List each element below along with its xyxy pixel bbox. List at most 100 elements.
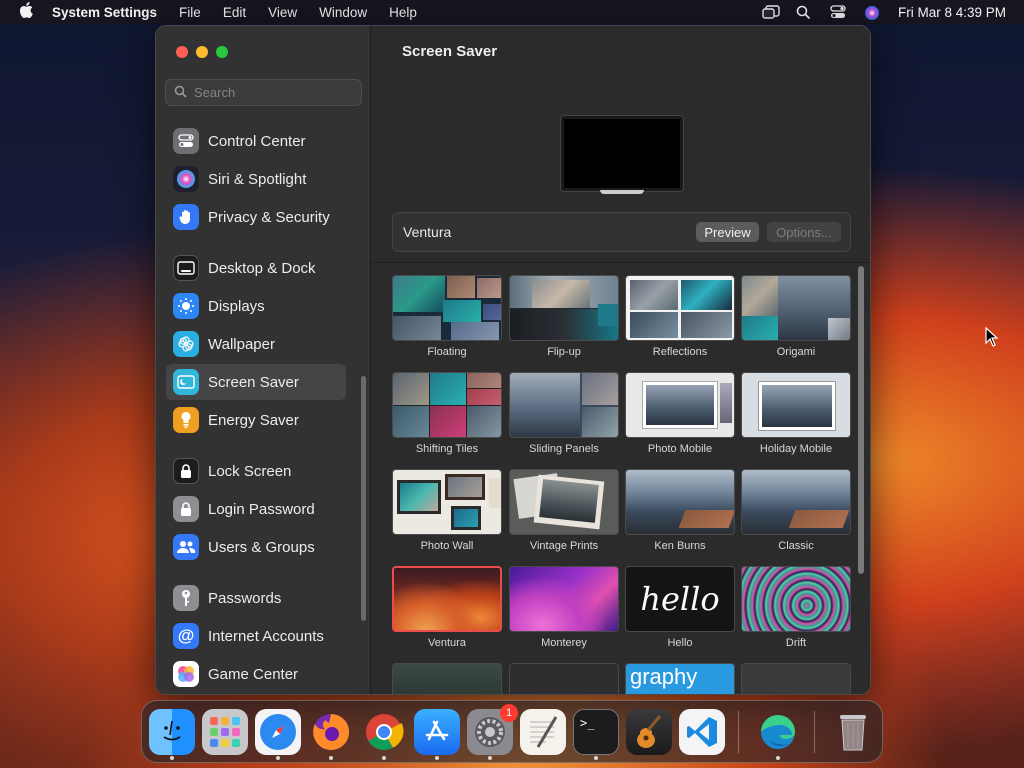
screen-saver-preview (561, 116, 683, 194)
preview-button[interactable]: Preview (696, 222, 759, 242)
saver-tile-row5-3[interactable]: graphy (625, 663, 735, 694)
menu-edit[interactable]: Edit (223, 5, 246, 20)
zoom-window-button[interactable] (216, 46, 228, 58)
saver-label: Flip-up (547, 346, 581, 358)
app-store-icon[interactable] (414, 709, 460, 755)
sidebar-item-game-center[interactable]: Game Center (166, 656, 346, 692)
saver-tile-flip-up[interactable]: Flip-up (509, 275, 619, 363)
saver-tile-shifting-tiles[interactable]: Shifting Tiles (392, 372, 502, 460)
terminal-icon[interactable]: >_ (573, 709, 619, 755)
edge-icon[interactable] (755, 709, 801, 755)
saver-thumbnail (392, 469, 502, 535)
sidebar-scrollbar[interactable] (361, 376, 366, 621)
menu-app-name[interactable]: System Settings (52, 5, 157, 20)
saver-label: Hello (667, 637, 693, 649)
saver-tile-ken-burns[interactable]: Ken Burns (625, 469, 735, 557)
hand-icon (173, 204, 199, 230)
firefox-icon[interactable] (308, 709, 354, 755)
sidebar-item-passwords[interactable]: Passwords (166, 580, 346, 616)
dock-separator (814, 711, 815, 753)
menu-clock[interactable]: Fri Mar 8 4:39 PM (898, 5, 1006, 20)
sidebar-item-lock-screen[interactable]: Lock Screen (166, 453, 346, 489)
sidebar-item-energy-saver[interactable]: Energy Saver (166, 402, 346, 438)
saver-tile-classic[interactable]: Classic (741, 469, 851, 557)
saver-tile-floating[interactable]: Floating (392, 275, 502, 363)
saver-thumbnail (509, 469, 619, 535)
menu-file[interactable]: File (179, 5, 201, 20)
saver-tile-row5-4[interactable] (741, 663, 851, 694)
chrome-icon[interactable] (361, 709, 407, 755)
control-center-icon[interactable] (830, 5, 846, 19)
saver-tile-monterey[interactable]: Monterey (509, 566, 619, 654)
sidebar-item-label: Energy Saver (208, 411, 299, 429)
saver-tile-ventura[interactable]: Ventura (392, 566, 502, 654)
textedit-icon[interactable] (520, 709, 566, 755)
launchpad-icon[interactable] (202, 709, 248, 755)
saver-thumbnail (741, 275, 851, 341)
saver-label: Origami (776, 346, 816, 358)
notification-badge: 1 (500, 704, 518, 722)
running-indicator (382, 756, 386, 760)
sidebar-item-label: Displays (208, 297, 265, 315)
saver-thumbnail (741, 469, 851, 535)
menu-help[interactable]: Help (389, 5, 417, 20)
saver-thumbnail (392, 663, 502, 694)
finder-icon[interactable] (149, 709, 195, 755)
saver-thumbnail (509, 372, 619, 438)
selected-saver-name: Ventura (403, 224, 452, 240)
spotlight-search-icon[interactable] (796, 5, 812, 20)
sidebar-search-field[interactable] (165, 79, 362, 106)
vscode-icon[interactable] (679, 709, 725, 755)
saver-tile-vintage-prints[interactable]: Vintage Prints (509, 469, 619, 557)
saver-tile-row5-2[interactable] (509, 663, 619, 694)
sidebar-item-screen-saver[interactable]: Screen Saver (166, 364, 346, 400)
close-window-button[interactable] (176, 46, 188, 58)
sidebar-item-displays[interactable]: Displays (166, 288, 346, 324)
sidebar-item-internet-accounts[interactable]: @ Internet Accounts (166, 618, 346, 654)
search-input[interactable] (194, 85, 354, 100)
sidebar-item-desktop-dock[interactable]: Desktop & Dock (166, 250, 346, 286)
saver-tile-reflections[interactable]: Reflections (625, 275, 735, 363)
saver-tile-photo-wall[interactable]: Photo Wall (392, 469, 502, 557)
sidebar-item-label: Screen Saver (208, 373, 299, 391)
saver-label: Ventura (428, 637, 466, 649)
saver-thumbnail: hello (625, 566, 735, 632)
menu-window[interactable]: Window (319, 5, 367, 20)
sidebar-item-users-groups[interactable]: Users & Groups (166, 529, 346, 565)
saver-thumbnail (741, 663, 851, 694)
sidebar-item-control-center[interactable]: Control Center (166, 123, 346, 159)
saver-tile-origami[interactable]: Origami (741, 275, 851, 363)
safari-icon[interactable] (255, 709, 301, 755)
menu-view[interactable]: View (268, 5, 297, 20)
apple-menu-icon[interactable] (18, 2, 34, 22)
saver-tile-sliding-panels[interactable]: Sliding Panels (509, 372, 619, 460)
running-indicator (435, 756, 439, 760)
saver-thumbnail: graphy (625, 663, 735, 694)
saver-tile-holiday-mobile[interactable]: Holiday Mobile (741, 372, 851, 460)
options-button[interactable]: Options... (767, 222, 841, 242)
sidebar-item-login-password[interactable]: Login Password (166, 491, 346, 527)
saver-tile-row5-1[interactable] (392, 663, 502, 694)
sidebar-item-wallpaper[interactable]: Wallpaper (166, 326, 346, 362)
sidebar-item-privacy-security[interactable]: Privacy & Security (166, 199, 346, 235)
saver-thumbnail (625, 275, 735, 341)
saver-thumbnail (392, 372, 502, 438)
desktop-dock-icon (173, 255, 199, 281)
saver-tile-drift[interactable]: Drift (741, 566, 851, 654)
control-center-icon (173, 128, 199, 154)
main-pane: Screen Saver Ventura Preview Options... (372, 26, 870, 694)
garageband-icon[interactable] (626, 709, 672, 755)
lock-icon (173, 496, 199, 522)
sidebar-item-siri-spotlight[interactable]: Siri & Spotlight (166, 161, 346, 197)
siri-icon[interactable] (864, 5, 880, 20)
saver-label: Floating (427, 346, 467, 358)
trash-icon[interactable] (830, 709, 876, 755)
minimize-window-button[interactable] (196, 46, 208, 58)
saver-tile-photo-mobile[interactable]: Photo Mobile (625, 372, 735, 460)
sidebar-item-label: Passwords (208, 589, 282, 607)
main-scrollbar[interactable] (858, 266, 864, 574)
screen-mirroring-icon[interactable] (762, 5, 780, 19)
saver-label: Holiday Mobile (759, 443, 833, 455)
settings-icon[interactable]: 1 (467, 704, 518, 755)
saver-tile-hello[interactable]: hello Hello (625, 566, 735, 654)
